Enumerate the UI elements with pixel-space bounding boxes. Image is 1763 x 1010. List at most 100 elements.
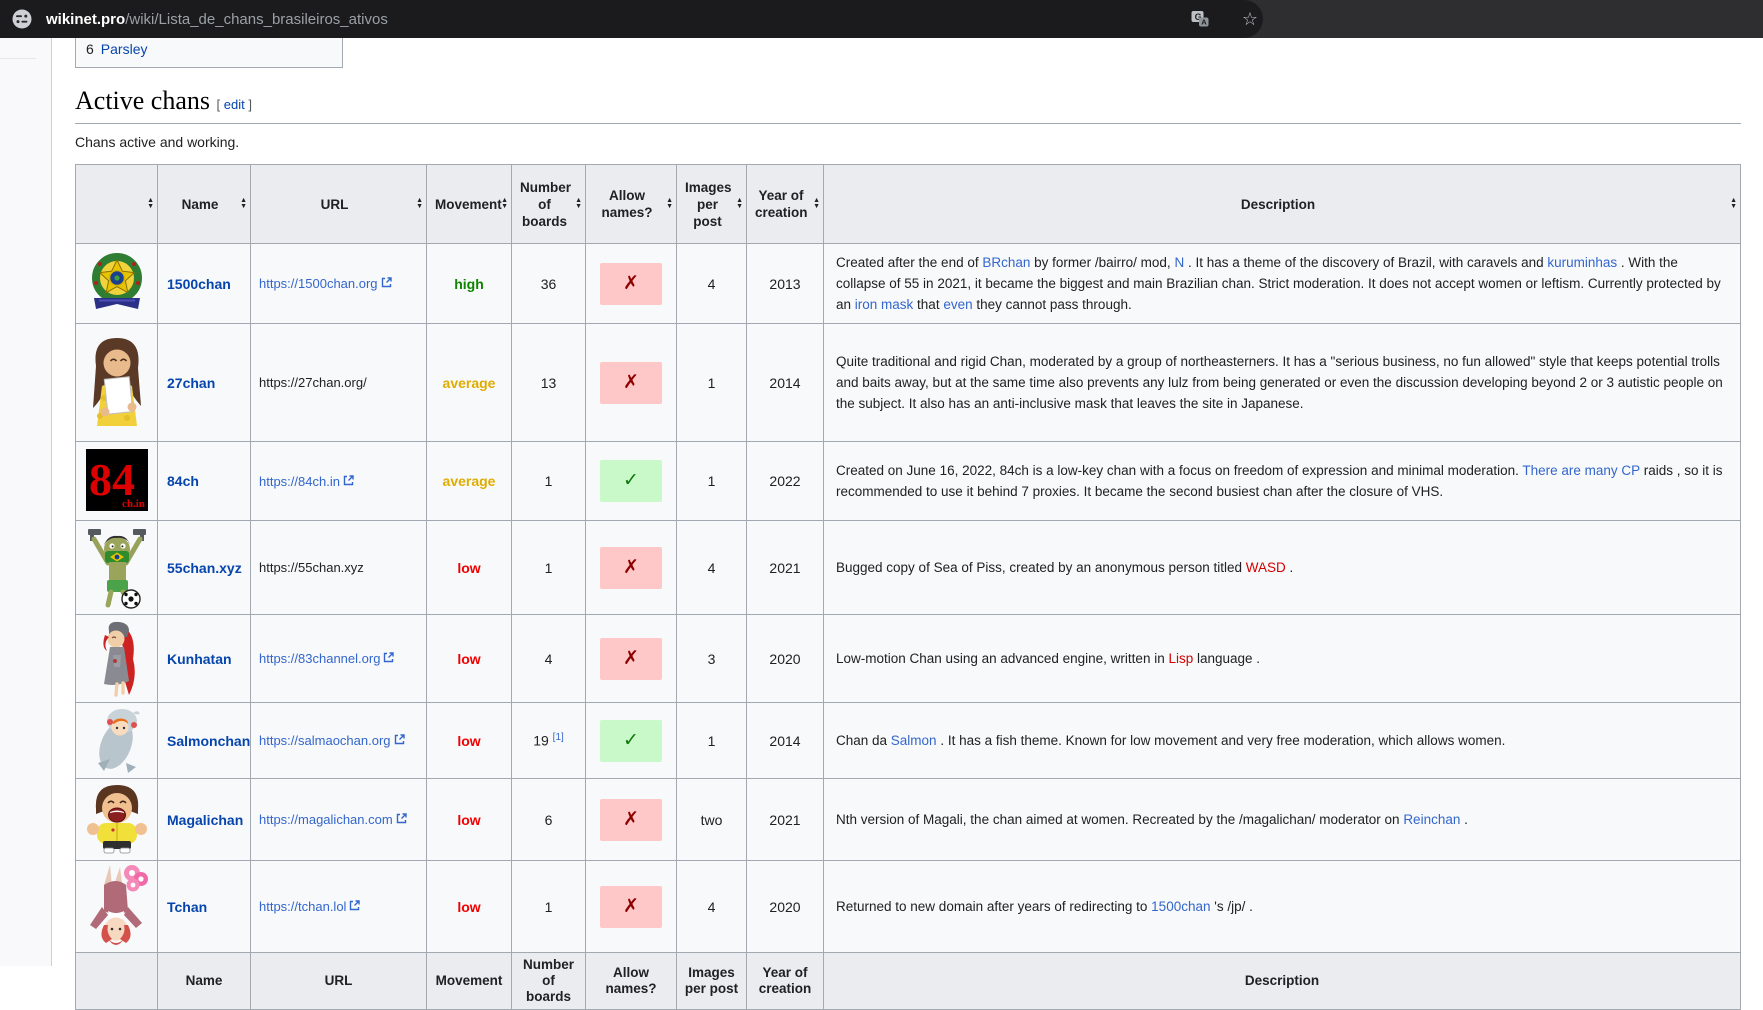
allow-names-no-box: ✗: [600, 546, 662, 589]
footer-url: URL: [250, 952, 427, 1010]
wiki-link[interactable]: even: [943, 297, 972, 312]
movement-level: low: [457, 559, 481, 576]
sort-icon[interactable]: ▲ ▼: [240, 197, 247, 210]
tchan-logo-image[interactable]: [86, 863, 148, 950]
wiki-link[interactable]: There are many CP: [1522, 463, 1640, 478]
url-host: wikinet.pro: [46, 10, 126, 28]
header-images-per-post[interactable]: Images per post ▲ ▼: [676, 164, 747, 244]
creation-year: 2022: [746, 441, 824, 521]
55chan-logo-image[interactable]: [84, 523, 150, 612]
header-allow-names[interactable]: Allow names? ▲ ▼: [585, 164, 677, 244]
footer-number-of-boards: Number of boards: [511, 952, 586, 1010]
cross-icon: ✗: [623, 895, 639, 917]
description-text: Created after the end of: [836, 255, 983, 270]
movement-level: low: [457, 650, 481, 667]
wiki-link[interactable]: 1500chan: [1151, 899, 1210, 914]
table-row: 27chan https://27chan.org/ average 13 ✗ …: [75, 323, 1741, 442]
images-per-post: 1: [676, 323, 747, 442]
chan-url-link[interactable]: https://1500chan.org: [259, 276, 392, 291]
reference-link[interactable]: [1]: [553, 732, 564, 743]
description-text: Chan da: [836, 733, 891, 748]
red-wiki-link[interactable]: Lisp: [1168, 651, 1193, 666]
chan-url-link[interactable]: https://84ch.in: [259, 474, 354, 489]
wiki-link[interactable]: iron mask: [855, 297, 914, 312]
sort-icon[interactable]: ▲ ▼: [736, 197, 743, 210]
table-row: 84 ch.in 84ch https://84ch.in average 1 …: [75, 441, 1741, 521]
chan-name-link[interactable]: Kunhatan: [167, 651, 232, 667]
external-link-icon: [384, 652, 395, 663]
cross-icon: ✗: [623, 556, 639, 578]
sort-icon[interactable]: ▲ ▼: [575, 197, 582, 210]
header-name[interactable]: Name ▲ ▼: [157, 164, 251, 244]
external-link-icon: [350, 900, 361, 911]
boards-count: 4: [511, 614, 586, 703]
wiki-link[interactable]: BRchan: [982, 255, 1030, 270]
chan-name-link[interactable]: 55chan.xyz: [167, 560, 242, 576]
active-chans-table: ▲ ▼ Name ▲ ▼ URL ▲ ▼ Movement ▲ ▼ Number of boa…: [75, 164, 1741, 1010]
wiki-link[interactable]: Salmon: [891, 733, 937, 748]
creation-year: 2014: [746, 323, 824, 442]
description-text: Returned to new domain after years of re…: [836, 899, 1152, 914]
chan-url-link[interactable]: https://magalichan.com: [259, 812, 407, 827]
boards-count: 6: [511, 778, 586, 861]
magalichan-logo-image[interactable]: [84, 781, 150, 858]
description-text: Bugged copy of Sea of Piss, created by a…: [836, 560, 1246, 575]
chan-name-link[interactable]: 1500chan: [167, 276, 231, 292]
movement-level: low: [457, 732, 481, 749]
84ch-logo-image[interactable]: 84 ch.in: [85, 448, 148, 514]
sidebar-divider: [0, 58, 36, 59]
kunhatan-logo-image[interactable]: [93, 617, 141, 700]
allow-names-no-box: ✗: [600, 262, 662, 305]
translate-icon[interactable]: G A: [1188, 7, 1212, 31]
site-info-icon[interactable]: [10, 7, 34, 31]
sort-icon[interactable]: ▲ ▼: [666, 197, 673, 210]
27chan-logo-image[interactable]: [82, 332, 152, 433]
footer-image-column: [75, 952, 158, 1010]
chan-name-link[interactable]: 84ch: [167, 473, 199, 489]
section-intro-text: Chans active and working.: [75, 134, 240, 150]
movement-level: average: [442, 374, 496, 391]
1500chan-logo-image[interactable]: [85, 250, 149, 317]
browser-url-bar[interactable]: wikinet.pro/wiki/Lista_de_chans_brasilei…: [0, 0, 1263, 38]
chan-name-link[interactable]: 27chan: [167, 375, 215, 391]
description-text: Created on June 16, 2022, 84ch is a low-…: [836, 463, 1523, 478]
description-text: they cannot pass through.: [972, 297, 1132, 312]
wiki-link[interactable]: kuruminhas: [1547, 255, 1617, 270]
wiki-link[interactable]: N: [1174, 255, 1184, 270]
article-content: 6 Parsley Active chans [ edit ] Chans act…: [75, 38, 1741, 1010]
url-text[interactable]: wikinet.pro/wiki/Lista_de_chans_brasilei…: [46, 11, 388, 28]
sort-icon[interactable]: ▲ ▼: [1730, 197, 1737, 210]
chan-url-link[interactable]: https://salmaochan.org: [259, 733, 405, 748]
description-cell: Created on June 16, 2022, 84ch is a low-…: [823, 441, 1741, 521]
wiki-link[interactable]: Reinchan: [1403, 812, 1460, 827]
header-number-of-boards[interactable]: Number of boards ▲ ▼: [511, 164, 586, 244]
header-movement[interactable]: Movement ▲ ▼: [426, 164, 512, 244]
sort-icon[interactable]: ▲ ▼: [501, 197, 508, 210]
images-per-post: 3: [676, 614, 747, 703]
bookmark-star-icon[interactable]: ☆: [1238, 7, 1262, 31]
header-url[interactable]: URL ▲ ▼: [250, 164, 427, 244]
sort-icon[interactable]: ▲ ▼: [813, 197, 820, 210]
allow-names-yes-box: ✓: [600, 460, 662, 502]
chan-name-link[interactable]: Tchan: [167, 899, 207, 915]
section-heading: Active chans [ edit ]: [75, 86, 1741, 124]
header-description[interactable]: Description ▲ ▼: [823, 164, 1741, 244]
sort-icon[interactable]: ▲ ▼: [147, 197, 154, 210]
toc-item-link[interactable]: Parsley: [101, 41, 148, 57]
sort-icon[interactable]: ▲ ▼: [416, 197, 423, 210]
footer-year-of-creation: Year of creation: [746, 952, 824, 1010]
chan-url-link[interactable]: https://83channel.org: [259, 651, 395, 666]
header-image-column[interactable]: ▲ ▼: [75, 164, 158, 244]
boards-count: 1: [511, 860, 586, 953]
external-link-icon: [381, 277, 392, 288]
chan-url-link[interactable]: https://tchan.lol: [259, 899, 361, 914]
chan-name-link[interactable]: Magalichan: [167, 812, 243, 828]
allow-names-yes-box: ✓: [600, 719, 662, 762]
chan-name-link[interactable]: Salmonchan: [167, 733, 250, 749]
edit-section-link[interactable]: edit: [224, 97, 245, 112]
header-year-of-creation[interactable]: Year of creation ▲ ▼: [746, 164, 824, 244]
description-cell: Nth version of Magali, the chan aimed at…: [823, 778, 1741, 861]
allow-names-no-box: ✗: [600, 798, 662, 841]
salmonchan-logo-image[interactable]: [86, 705, 148, 776]
red-wiki-link[interactable]: WASD: [1246, 560, 1286, 575]
